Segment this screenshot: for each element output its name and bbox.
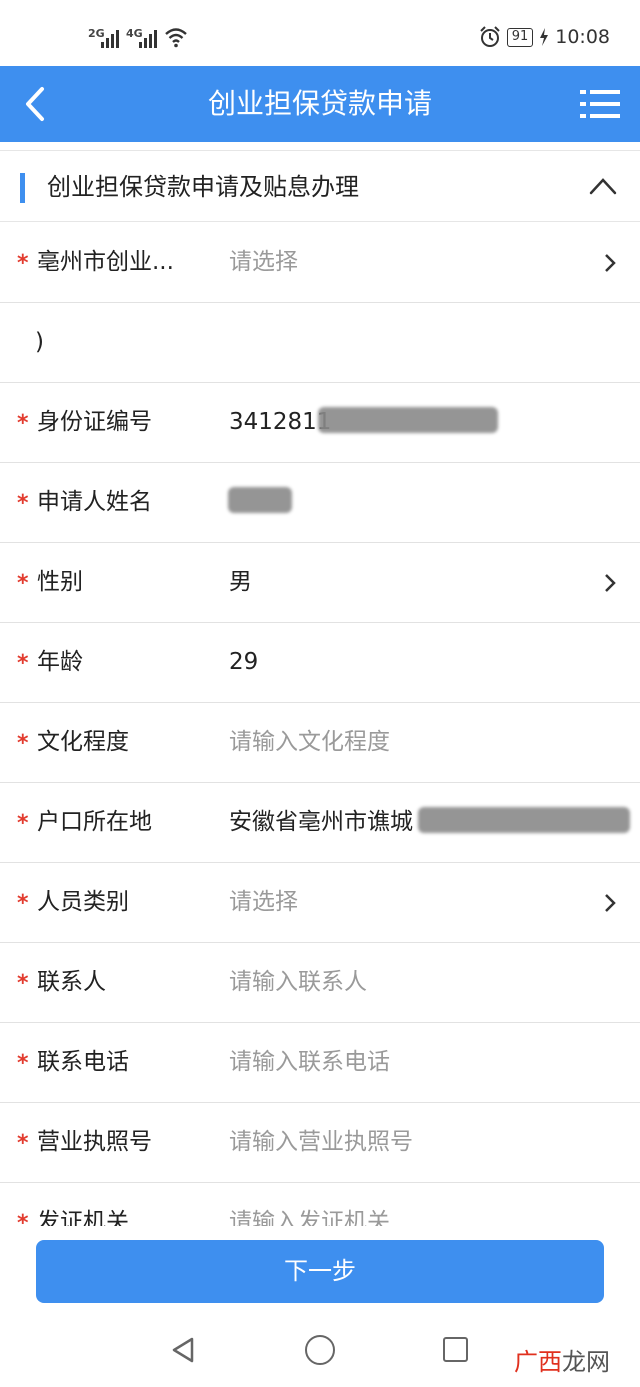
field-label: 年龄: [37, 649, 83, 675]
next-step-button[interactable]: 下一步: [36, 1240, 604, 1303]
nav-home-icon[interactable]: [305, 1335, 335, 1365]
status-time: 10:08: [555, 26, 610, 48]
wifi-icon: [165, 28, 187, 48]
list-menu-icon[interactable]: [580, 88, 620, 120]
form-row-person-category[interactable]: * 人员类别 请选择: [0, 863, 640, 943]
id-number-value[interactable]: 3412811: [229, 383, 331, 461]
field-label: 申请人姓名: [37, 489, 152, 515]
nav-back-icon[interactable]: [170, 1336, 196, 1364]
required-marker: *: [17, 731, 29, 756]
required-marker: *: [17, 491, 29, 516]
redaction-blur: [418, 807, 630, 833]
app-header: 创业担保贷款申请: [0, 66, 640, 142]
required-marker: *: [17, 411, 29, 436]
form-row-business-type[interactable]: * 亳州市创业... 请选择: [0, 223, 640, 303]
status-bar: 2G 4G 91 10:08: [0, 0, 640, 66]
form-row-id-number[interactable]: * 身份证编号 3412811: [0, 383, 640, 463]
section-accent-bar: [20, 173, 25, 203]
license-number-input[interactable]: 请输入营业执照号: [229, 1103, 413, 1181]
form-row-contact-person[interactable]: * 联系人 请输入联系人: [0, 943, 640, 1023]
household-value[interactable]: 安徽省亳州市谯城: [229, 783, 413, 861]
required-marker: *: [17, 1051, 29, 1076]
form-row-gender[interactable]: * 性别 男: [0, 543, 640, 623]
required-marker: *: [17, 651, 29, 676]
select-placeholder[interactable]: 请选择: [229, 863, 298, 941]
required-marker: *: [17, 571, 29, 596]
field-label: 文化程度: [37, 729, 129, 755]
page-title: 创业担保贷款申请: [207, 87, 432, 120]
age-value[interactable]: 29: [229, 623, 258, 701]
system-nav-bar: 广西龙网: [0, 1310, 640, 1387]
gender-value[interactable]: 男: [229, 543, 252, 621]
field-label: 户口所在地: [37, 809, 152, 835]
charging-icon: [540, 28, 549, 46]
application-form: * 亳州市创业... 请选择 ) * 身份证编号 3412811 * 申请人姓名…: [0, 223, 640, 1263]
select-placeholder[interactable]: 请选择: [229, 223, 298, 301]
signal-bars-icon: [101, 28, 119, 48]
section-header[interactable]: 创业担保贷款申请及贴息办理: [0, 150, 640, 222]
form-row-continuation: ): [0, 303, 640, 383]
field-label: 身份证编号: [37, 409, 152, 435]
chevron-right-icon[interactable]: [602, 572, 618, 594]
required-marker: *: [17, 811, 29, 836]
contact-phone-input[interactable]: 请输入联系电话: [229, 1023, 390, 1101]
watermark-logo: 广西龙网: [514, 1348, 610, 1376]
form-row-household[interactable]: * 户口所在地 安徽省亳州市谯城: [0, 783, 640, 863]
field-label: 亳州市创业...: [37, 249, 174, 275]
education-input[interactable]: 请输入文化程度: [229, 703, 390, 781]
signal-bars-icon: [139, 28, 157, 48]
chevron-up-icon[interactable]: [588, 175, 618, 197]
form-row-applicant-name[interactable]: * 申请人姓名: [0, 463, 640, 543]
form-row-license-number[interactable]: * 营业执照号 请输入营业执照号: [0, 1103, 640, 1183]
redaction-blur: [318, 407, 498, 433]
chevron-right-icon[interactable]: [602, 252, 618, 274]
field-label: 性别: [37, 569, 83, 595]
redaction-blur: [228, 487, 292, 513]
form-row-contact-phone[interactable]: * 联系电话 请输入联系电话: [0, 1023, 640, 1103]
section-title: 创业担保贷款申请及贴息办理: [47, 173, 359, 201]
field-label: 联系人: [37, 969, 106, 995]
form-row-age[interactable]: * 年龄 29: [0, 623, 640, 703]
field-label: 营业执照号: [37, 1129, 152, 1155]
field-value: ): [35, 329, 44, 355]
contact-person-input[interactable]: 请输入联系人: [229, 943, 367, 1021]
nav-recents-icon[interactable]: [443, 1337, 468, 1362]
chevron-right-icon[interactable]: [602, 892, 618, 914]
field-label: 人员类别: [37, 889, 129, 915]
alarm-icon: [479, 26, 500, 47]
battery-indicator: 91: [506, 27, 534, 47]
required-marker: *: [17, 891, 29, 916]
required-marker: *: [17, 971, 29, 996]
required-marker: *: [17, 251, 29, 276]
field-label: 联系电话: [37, 1049, 129, 1075]
required-marker: *: [17, 1131, 29, 1156]
form-row-education[interactable]: * 文化程度 请输入文化程度: [0, 703, 640, 783]
